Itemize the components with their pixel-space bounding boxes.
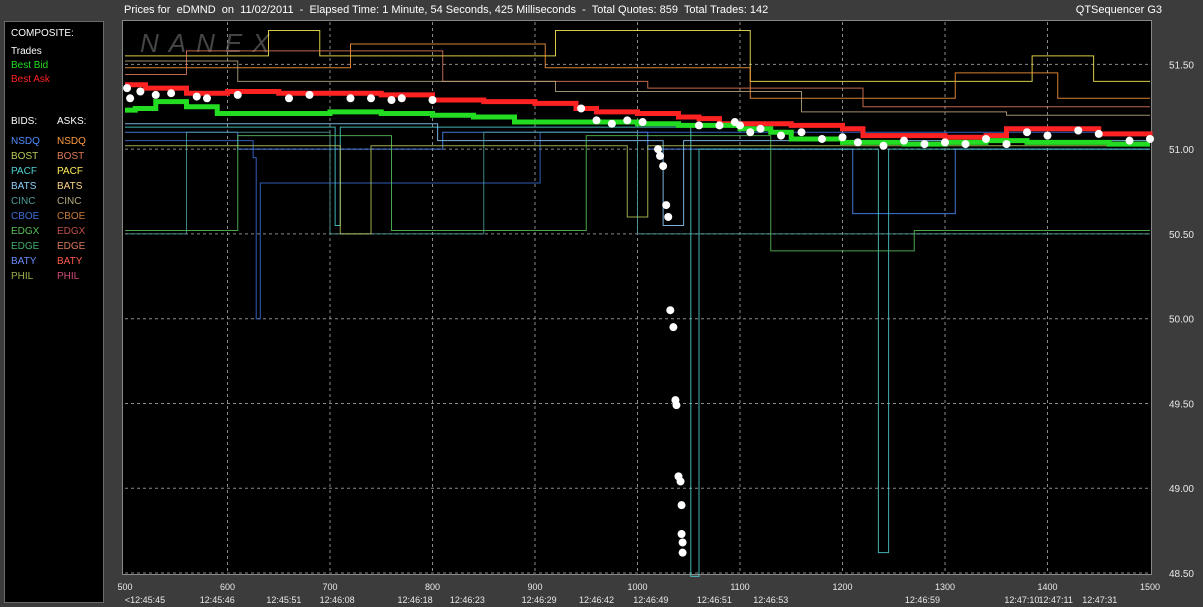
trade-point <box>664 212 673 221</box>
trade-point <box>669 323 678 332</box>
y-tick-label: 50.50 <box>1169 230 1194 241</box>
trade-point <box>1146 134 1154 143</box>
trade-point <box>941 138 949 147</box>
trade-point <box>638 118 647 127</box>
y-tick-label: 48.50 <box>1169 569 1194 580</box>
y-tick-label: 51.00 <box>1169 145 1194 156</box>
time-label: 12:45:51 <box>266 595 301 605</box>
trade-point <box>961 140 970 149</box>
trade-point <box>677 501 686 510</box>
y-tick-label: 49.00 <box>1169 484 1194 495</box>
trade-point <box>305 90 314 99</box>
time-label: 12:47:11 <box>1039 595 1073 605</box>
time-label: <12:45:45 <box>125 595 165 605</box>
trade-point <box>736 121 744 130</box>
time-label: 12:46:51 <box>697 595 732 605</box>
time-label: 12:47:10 <box>1004 595 1039 605</box>
trade-point <box>676 477 685 486</box>
watermark: NANEX <box>140 28 280 58</box>
trade-point <box>577 104 586 113</box>
trade-point <box>1002 140 1011 149</box>
trade-point <box>1074 126 1083 135</box>
trade-point <box>659 162 668 171</box>
trade-point <box>672 401 681 410</box>
x-tick-label: 700 <box>322 582 337 592</box>
y-tick-label: 50.00 <box>1169 315 1194 326</box>
x-tick-label: 900 <box>527 582 542 592</box>
time-label: 12:46:59 <box>905 595 940 605</box>
x-tick-label: 500 <box>117 582 132 592</box>
x-tick-label: 1100 <box>730 582 749 592</box>
x-tick-label: 800 <box>425 582 440 592</box>
trade-point <box>746 128 755 137</box>
trade-point <box>592 116 601 125</box>
trade-point <box>695 121 703 130</box>
time-label: 12:46:42 <box>579 595 614 605</box>
trade-point <box>151 90 160 99</box>
trade-point <box>818 134 826 143</box>
price-chart: NANEX 48.50 49.00 49.50 50.00 50.50 51.00 51.50… <box>117 22 1194 605</box>
time-label: 12:46:49 <box>633 595 668 605</box>
trade-point <box>1094 129 1103 138</box>
time-label: 12:46:08 <box>320 595 355 605</box>
best-ask-line <box>125 82 1153 140</box>
trade-point <box>203 94 211 103</box>
x-tick-label: 1300 <box>935 582 955 592</box>
trade-point <box>285 94 293 103</box>
trade-point <box>982 134 990 143</box>
trade-point <box>1125 136 1134 145</box>
trade-point <box>167 89 176 98</box>
trade-point <box>678 538 687 547</box>
x-tick-label: 600 <box>220 582 235 592</box>
trade-point <box>654 145 662 154</box>
trade-point <box>920 140 929 149</box>
y-tick-label: 49.50 <box>1169 399 1194 410</box>
trade-point <box>126 94 135 103</box>
trade-point <box>715 121 724 130</box>
trade-point <box>607 119 616 128</box>
trade-point <box>233 90 242 99</box>
trade-point <box>346 94 355 103</box>
trade-point <box>136 87 145 96</box>
trade-point <box>656 151 665 160</box>
trade-point <box>879 141 888 150</box>
trade-point <box>1043 131 1052 140</box>
trade-point <box>666 306 675 315</box>
trade-point <box>623 116 632 125</box>
trade-point <box>756 124 765 133</box>
x-tick-label: 1200 <box>832 582 852 592</box>
trade-point <box>387 95 396 104</box>
x-tick-label: 1000 <box>627 582 647 592</box>
trade-point <box>678 548 687 557</box>
trade-point <box>797 128 806 137</box>
trade-point <box>428 95 437 104</box>
trade-point <box>677 530 686 539</box>
trade-point <box>853 138 862 147</box>
time-label: 12:47:31 <box>1082 595 1117 605</box>
x-tick-label: 1500 <box>1140 582 1160 592</box>
trade-point <box>900 136 908 145</box>
trade-point <box>397 94 406 103</box>
trade-point <box>123 84 132 93</box>
trade-point <box>662 201 671 210</box>
x-tick-label: 1400 <box>1037 582 1057 592</box>
trade-point <box>367 94 375 103</box>
time-label: 12:45:46 <box>200 595 235 605</box>
trade-point <box>838 133 847 142</box>
time-label: 12:46:18 <box>398 595 433 605</box>
time-label: 12:46:53 <box>753 595 788 605</box>
trade-point <box>777 131 785 140</box>
trade-point <box>192 92 201 101</box>
y-tick-label: 51.50 <box>1169 60 1194 71</box>
time-label: 12:46:23 <box>450 595 485 605</box>
trade-point <box>1023 128 1031 137</box>
time-label: 12:46:29 <box>522 595 557 605</box>
